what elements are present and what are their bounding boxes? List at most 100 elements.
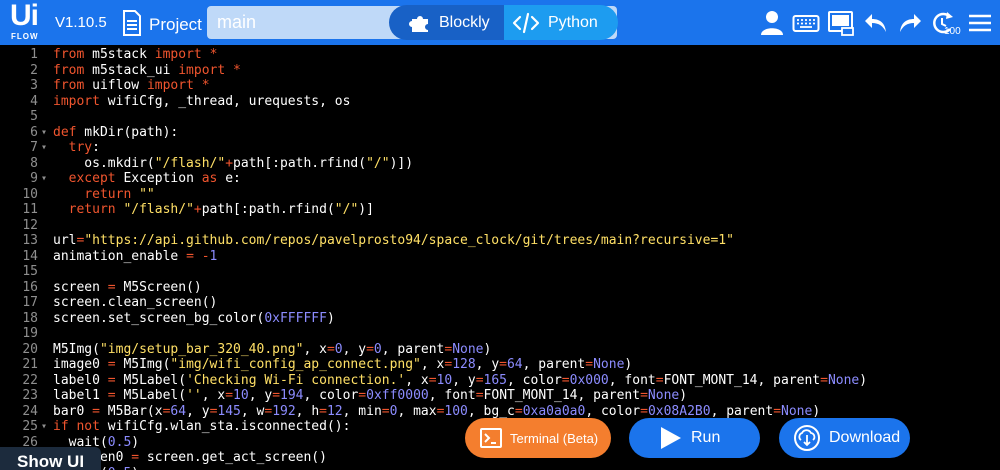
logo-subtext: FLOW: [11, 32, 39, 41]
line-number: 11: [22, 202, 38, 217]
line-number: 12: [22, 217, 38, 233]
code-line[interactable]: 8 os.mkdir("/flash/"+path[:path.rfind("/…: [0, 156, 1000, 172]
code-text: from uiflow import *: [53, 78, 210, 93]
line-number: 25: [22, 419, 38, 434]
line-number: 14: [22, 248, 38, 264]
logo-text: Ui: [10, 0, 39, 32]
line-number: 9: [30, 171, 38, 186]
code-text: return "/flash/"+path[:path.rfind("/")]: [68, 202, 374, 217]
project-button[interactable]: Project: [122, 9, 202, 37]
undo-icon: [865, 14, 886, 32]
tab-python-label: Python: [548, 13, 598, 31]
uiflow-logo: Ui FLOW: [10, 0, 48, 42]
code-text: label0 = M5Label('Checking Wi-Fi connect…: [53, 372, 868, 388]
document-icon: [123, 10, 141, 36]
code-line[interactable]: 17 screen.clean_screen(): [0, 295, 1000, 311]
code-line[interactable]: 19: [0, 326, 1000, 342]
run-label: Run: [691, 429, 721, 446]
undo-button[interactable]: [862, 9, 890, 37]
code-line[interactable]: 10 return "": [0, 187, 1000, 203]
code-editor[interactable]: 1 from m5stack import * 2 from m5stack_ui i…: [0, 45, 1000, 470]
fold-toggle-icon[interactable]: ▾: [41, 140, 47, 156]
code-line[interactable]: 2 from m5stack_ui import *: [0, 63, 1000, 79]
download-button[interactable]: Download: [779, 418, 910, 458]
version-label: V1.10.5: [55, 14, 107, 31]
code-line[interactable]: 24 bar0 = M5Bar(x=64, y=145, w=192, h=12,…: [0, 404, 1000, 420]
line-number: 5: [30, 109, 38, 124]
run-button[interactable]: Run: [629, 418, 760, 458]
user-button[interactable]: [758, 9, 786, 37]
code-line[interactable]: 13 url="https://api.github.com/repos/pave…: [0, 233, 1000, 249]
code-text: return "": [84, 186, 155, 202]
line-number: 20: [22, 341, 38, 357]
code-text: M5Img("img/setup_bar_320_40.png", x=0, y…: [53, 341, 492, 357]
code-text: import wifiCfg, _thread, urequests, os: [53, 93, 351, 109]
terminal-icon: [480, 428, 502, 448]
code-text: except Exception as e:: [68, 171, 241, 186]
top-toolbar: Ui FLOW V1.10.5 Project Blockly Python: [0, 0, 1000, 45]
download-label: Download: [829, 429, 901, 446]
puzzle-icon: [409, 15, 428, 32]
line-number: 22: [22, 372, 38, 388]
code-text: screen.set_screen_bg_color(0xFFFFFF): [53, 310, 335, 326]
code-text: screen = M5Screen(): [53, 279, 202, 295]
code-line[interactable]: 23 label1 = M5Label('', x=10, y=194, colo…: [0, 388, 1000, 404]
user-icon: [761, 11, 783, 35]
code-line[interactable]: 18 screen.set_screen_bg_color(0xFFFFFF): [0, 311, 1000, 327]
redo-button[interactable]: [896, 9, 924, 37]
device-button[interactable]: [827, 9, 855, 37]
line-number: 17: [22, 295, 38, 310]
code-icon: [512, 12, 540, 33]
redo-icon: [900, 14, 921, 32]
code-line[interactable]: 6 ▾ def mkDir(path):: [0, 125, 1000, 141]
code-text: os.mkdir("/flash/"+path[:path.rfind("/")…: [53, 155, 414, 171]
code-line[interactable]: 14 animation_enable = -1: [0, 249, 1000, 265]
code-line[interactable]: 11 return "/flash/"+path[:path.rfind("/"…: [0, 202, 1000, 218]
line-number: 10: [22, 186, 38, 202]
code-line[interactable]: 21 image0 = M5Img("img/wifi_config_ap_con…: [0, 357, 1000, 373]
code-line[interactable]: 1 from m5stack import *: [0, 47, 1000, 63]
line-number: 19: [22, 326, 38, 341]
filename-input[interactable]: [207, 6, 407, 39]
code-text: from m5stack_ui import *: [53, 62, 241, 78]
keyboard-button[interactable]: [792, 9, 820, 37]
project-label: Project: [149, 14, 202, 34]
code-text: label1 = M5Label('', x=10, y=194, color=…: [53, 388, 688, 403]
show-ui-button[interactable]: Show UI: [0, 447, 101, 470]
line-number: 6: [30, 124, 38, 140]
line-number: 21: [22, 357, 38, 372]
hamburger-menu-icon: [969, 14, 991, 32]
code-text: url="https://api.github.com/repos/pavelp…: [53, 233, 734, 248]
line-number: 18: [22, 310, 38, 326]
code-line[interactable]: 5: [0, 109, 1000, 125]
terminal-button[interactable]: Terminal (Beta): [465, 418, 611, 458]
tab-blockly-label: Blockly: [439, 13, 490, 31]
keyboard-icon: [792, 15, 820, 32]
tab-blockly[interactable]: Blockly: [389, 5, 504, 40]
code-line[interactable]: 4 import wifiCfg, _thread, urequests, os: [0, 94, 1000, 110]
code-line[interactable]: 9 ▾ except Exception as e:: [0, 171, 1000, 187]
code-line[interactable]: 16 screen = M5Screen(): [0, 280, 1000, 296]
fold-toggle-icon[interactable]: ▾: [41, 171, 47, 187]
fold-toggle-icon[interactable]: ▾: [41, 419, 47, 435]
code-line[interactable]: 12: [0, 218, 1000, 234]
code-text: image0 = M5Img("img/wifi_config_ap_conne…: [53, 357, 633, 372]
line-number: 16: [22, 279, 38, 295]
code-line[interactable]: 7 ▾ try:: [0, 140, 1000, 156]
play-icon: [661, 427, 681, 449]
code-line[interactable]: 28 wait(0.5): [0, 466, 1000, 470]
cloud-download-icon: [794, 425, 820, 451]
fold-toggle-icon[interactable]: ▾: [41, 125, 47, 141]
code-line[interactable]: 22 label0 = M5Label('Checking Wi-Fi conne…: [0, 373, 1000, 389]
line-number: 4: [30, 93, 38, 109]
menu-button[interactable]: [966, 9, 994, 37]
tab-python[interactable]: Python: [504, 5, 618, 40]
line-number: 15: [22, 264, 38, 279]
line-number: 7: [30, 140, 38, 155]
code-line[interactable]: 3 from uiflow import *: [0, 78, 1000, 94]
code-text: def mkDir(path):: [53, 124, 179, 140]
terminal-label: Terminal (Beta): [510, 430, 599, 446]
code-text: if not wifiCfg.wlan_sta.isconnected():: [53, 419, 351, 434]
code-line[interactable]: 15: [0, 264, 1000, 280]
code-line[interactable]: 20 M5Img("img/setup_bar_320_40.png", x=0,…: [0, 342, 1000, 358]
